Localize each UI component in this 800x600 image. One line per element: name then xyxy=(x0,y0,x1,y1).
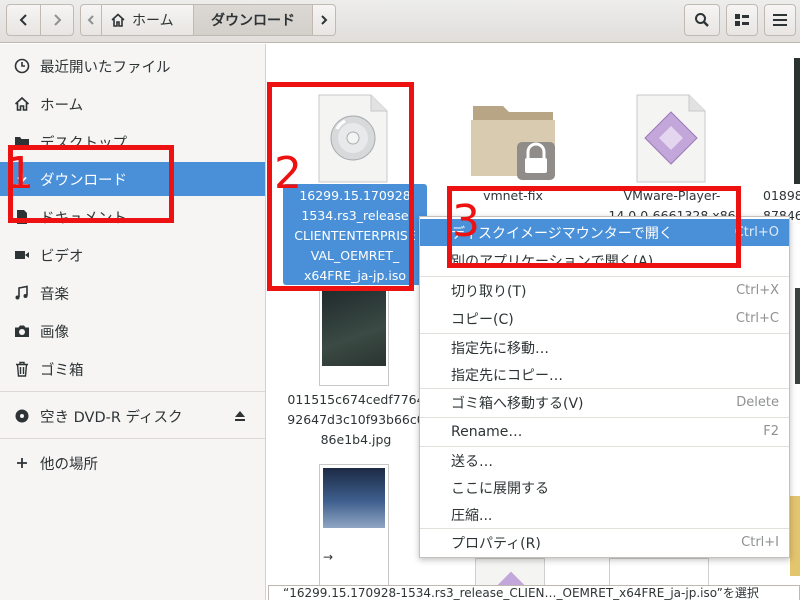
arrow-icon: → xyxy=(323,550,334,564)
menu-item-label: 指定先にコピー… xyxy=(451,367,563,384)
chevron-right-icon xyxy=(321,15,328,25)
sidebar-item-videos[interactable]: ビデオ xyxy=(0,238,265,272)
breadcrumb-current[interactable]: ダウンロード xyxy=(193,4,313,36)
clock-icon xyxy=(14,58,30,74)
list-view-icon xyxy=(735,14,749,26)
menu-item-label: 圧縮... xyxy=(451,507,493,524)
menu-item-label: ここに展開する xyxy=(451,480,549,497)
sidebar-item-label: 最近開いたファイル xyxy=(40,59,171,76)
menu-accelerator: Ctrl+X xyxy=(736,283,779,298)
menu-item-label: ゴミ箱へ移動する(V) xyxy=(451,395,584,412)
hamburger-icon xyxy=(773,14,787,26)
file-label-line: 01898 xyxy=(763,188,800,203)
back-button[interactable] xyxy=(6,4,41,36)
menu-accelerator: Ctrl+C xyxy=(735,311,779,326)
menu-item-cut[interactable]: 切り取り(T) Ctrl+X xyxy=(420,277,789,304)
header-bar: ホーム ダウンロード xyxy=(0,0,800,43)
menu-item-copy-to[interactable]: 指定先にコピー… xyxy=(420,361,789,388)
menu-item-label: 切り取り(T) xyxy=(451,283,527,300)
breadcrumb-home[interactable]: ホーム xyxy=(101,4,194,36)
menu-button[interactable] xyxy=(764,4,796,36)
menu-accelerator: Ctrl+O xyxy=(734,225,779,240)
sidebar-item-label: ホーム xyxy=(40,97,84,114)
menu-accelerator: F2 xyxy=(763,424,779,439)
sidebar-item-pictures[interactable]: 画像 xyxy=(0,314,265,348)
sidebar-item-label: ビデオ xyxy=(40,248,84,265)
partial-image-item[interactable] xyxy=(795,288,800,384)
view-options-button[interactable] xyxy=(726,4,758,36)
breadcrumb-home-label: ホーム xyxy=(132,13,174,29)
disc-icon xyxy=(14,408,30,424)
sidebar-item-label: 他の場所 xyxy=(40,456,98,473)
menu-accelerator: Ctrl+I xyxy=(741,535,779,550)
menu-item-label: Rename… xyxy=(451,423,523,440)
file-label-line: 86e1b4.jpg xyxy=(320,432,392,447)
menu-item-label: 指定先に移動… xyxy=(451,340,549,357)
search-icon xyxy=(695,13,709,27)
menu-item-copy[interactable]: コピー(C) Ctrl+C xyxy=(420,305,789,332)
sidebar-device-label: 空き DVD-R ディスク xyxy=(40,409,183,426)
sidebar-item-other-places[interactable]: 他の場所 xyxy=(0,446,265,480)
vmnet-folder-item[interactable] xyxy=(469,94,565,184)
thumbnail-image xyxy=(323,468,385,528)
chevron-left-icon xyxy=(87,15,94,25)
annotation-number-1: 1 xyxy=(6,148,34,199)
sidebar-item-dvd[interactable]: 空き DVD-R ディスク xyxy=(0,399,265,433)
annotation-box-3 xyxy=(447,186,741,268)
jpg-thumbnail[interactable] xyxy=(319,286,389,386)
video-icon xyxy=(14,247,30,263)
package-file-icon xyxy=(636,94,706,183)
thumbnail-image xyxy=(322,289,386,367)
jpg-file-label[interactable]: 011515c674cedf7764 92647d3c10f93b66c0 86… xyxy=(281,390,431,450)
sidebar-divider xyxy=(0,438,265,439)
vmware-file-item[interactable] xyxy=(633,94,709,184)
chevron-right-icon xyxy=(54,14,62,26)
status-overlay: “16299.15.170928-1534.rs3_release_CLIEN…… xyxy=(268,585,800,600)
sidebar-item-music[interactable]: 音楽 xyxy=(0,276,265,310)
menu-item-label: コピー(C) xyxy=(451,311,514,328)
menu-item-properties[interactable]: プロパティ(R) Ctrl+I xyxy=(420,529,789,556)
sidebar: 最近開いたファイル ホーム デスクトップ ダウンロード ドキュメント ビデオ 音… xyxy=(0,44,266,600)
home-icon xyxy=(14,96,30,112)
sidebar-item-label: ゴミ箱 xyxy=(40,362,84,379)
trash-icon xyxy=(14,361,30,377)
plus-icon xyxy=(14,455,30,471)
menu-item-move-to[interactable]: 指定先に移動… xyxy=(420,334,789,361)
menu-item-label: 送る… xyxy=(451,453,493,470)
sidebar-item-label: 画像 xyxy=(40,324,69,341)
path-scroll-right-button[interactable] xyxy=(312,4,336,36)
annotation-number-3: 3 xyxy=(452,196,480,247)
home-icon xyxy=(111,13,125,27)
partial-image-item[interactable] xyxy=(790,496,800,576)
eject-icon[interactable] xyxy=(232,408,248,424)
path-scroll-left-button[interactable] xyxy=(80,4,102,36)
sidebar-divider xyxy=(0,391,265,392)
sidebar-item-trash[interactable]: ゴミ箱 xyxy=(0,352,265,386)
annotation-number-2: 2 xyxy=(274,148,302,199)
sidebar-item-label: 音楽 xyxy=(40,286,69,303)
file-label-line: 011515c674cedf7764 xyxy=(287,392,425,407)
breadcrumb-current-label: ダウンロード xyxy=(211,13,295,29)
camera-icon xyxy=(14,323,30,339)
sidebar-item-recent[interactable]: 最近開いたファイル xyxy=(0,49,265,83)
locked-folder-icon xyxy=(471,106,555,180)
menu-item-compress[interactable]: 圧縮... xyxy=(420,501,789,528)
menu-item-rename[interactable]: Rename… F2 xyxy=(420,418,789,445)
music-icon xyxy=(14,285,30,301)
menu-item-move-to-trash[interactable]: ゴミ箱へ移動する(V) Delete xyxy=(420,389,789,416)
chevron-left-icon xyxy=(19,14,27,26)
menu-accelerator: Delete xyxy=(736,395,779,410)
partial-image-item[interactable] xyxy=(794,58,800,184)
file-label-line: 92647d3c10f93b66c0 xyxy=(287,412,425,427)
sidebar-item-home[interactable]: ホーム xyxy=(0,87,265,121)
image-thumbnail[interactable]: → xyxy=(319,464,389,589)
menu-item-extract-here[interactable]: ここに展開する xyxy=(420,474,789,501)
menu-item-send-to[interactable]: 送る… xyxy=(420,447,789,474)
search-button[interactable] xyxy=(684,4,720,36)
forward-button[interactable] xyxy=(40,4,74,36)
menu-item-label: プロパティ(R) xyxy=(451,535,541,552)
